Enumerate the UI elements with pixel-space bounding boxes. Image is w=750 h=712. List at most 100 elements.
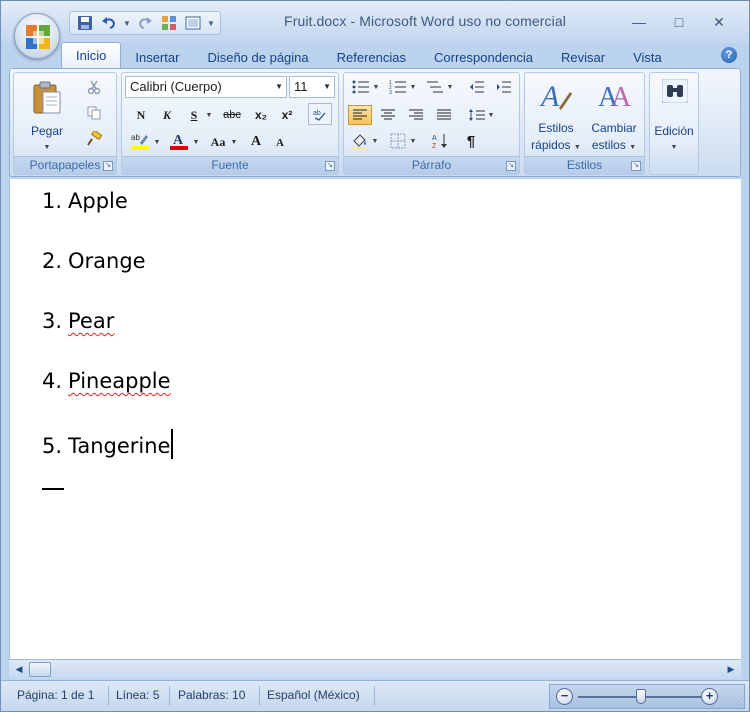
font-color-button[interactable]: A — [166, 131, 192, 153]
format-painter-icon[interactable] — [82, 129, 106, 149]
bold-button[interactable]: N — [129, 105, 153, 125]
status-page[interactable]: Página: 1 de 1 — [17, 688, 94, 702]
tab-diseno-de-pagina[interactable]: Diseño de página — [193, 45, 322, 69]
font-size-combo[interactable]: 11 ▼ — [289, 76, 335, 98]
align-center-icon[interactable] — [376, 105, 400, 125]
svg-text:3: 3 — [389, 90, 392, 94]
maximize-icon[interactable]: □ — [659, 10, 699, 34]
group-label-paragraph: Párrafo — [344, 156, 519, 174]
resize-grip-icon[interactable]: ⋰ — [735, 697, 747, 709]
change-case-button[interactable]: Aa — [206, 132, 230, 152]
font-size-dropdown-icon[interactable]: ▼ — [323, 77, 331, 97]
multilevel-dropdown-icon[interactable]: ▼ — [445, 77, 455, 97]
bullets-icon[interactable] — [349, 77, 373, 97]
grow-font-button[interactable]: A — [244, 132, 268, 152]
group-editing[interactable]: Edición ▼ — [649, 72, 699, 175]
svg-text:ab: ab — [313, 110, 321, 117]
numbering-icon[interactable]: 123 — [386, 77, 410, 97]
scroll-left-icon[interactable]: ◀ — [11, 662, 27, 677]
list-item[interactable]: 3. Pear — [42, 309, 114, 333]
shrink-font-button[interactable]: A — [268, 133, 292, 153]
list-item[interactable]: 2. Orange — [42, 249, 146, 273]
italic-button[interactable]: K — [155, 105, 179, 125]
increase-indent-icon[interactable] — [492, 77, 516, 97]
clipboard-launcher-icon[interactable]: ↘ — [103, 161, 113, 171]
status-line[interactable]: Línea: 5 — [116, 688, 159, 702]
list-text: Tangerine — [68, 434, 171, 458]
group-label-clipboard: Portapapeles — [14, 156, 116, 174]
status-words[interactable]: Palabras: 10 — [178, 688, 245, 702]
font-color-dropdown-icon[interactable]: ▼ — [190, 132, 202, 152]
font-name-dropdown-icon[interactable]: ▼ — [275, 77, 283, 97]
underline-dropdown-icon[interactable]: ▼ — [203, 105, 215, 125]
highlight-dropdown-icon[interactable]: ▼ — [151, 132, 163, 152]
cut-icon[interactable] — [82, 77, 106, 97]
justify-icon[interactable] — [432, 105, 456, 125]
multilevel-list-icon[interactable] — [423, 77, 447, 97]
font-launcher-icon[interactable]: ↘ — [325, 161, 335, 171]
editing-dropdown-icon: ▼ — [670, 144, 678, 151]
scroll-thumb[interactable] — [29, 662, 51, 677]
svg-text:Z: Z — [432, 143, 437, 150]
borders-icon[interactable] — [386, 131, 410, 151]
bullets-dropdown-icon[interactable]: ▼ — [371, 77, 381, 97]
align-left-icon[interactable] — [348, 105, 372, 125]
change-styles-label-1: Cambiar — [591, 121, 637, 135]
subscript-button[interactable]: x₂ — [249, 105, 273, 125]
shading-icon[interactable] — [348, 131, 372, 151]
list-item[interactable]: 4. Pineapple — [42, 369, 171, 393]
zoom-out-icon[interactable]: − — [556, 688, 573, 705]
tab-revisar[interactable]: Revisar — [547, 45, 619, 69]
title-bar: ▼ ▼ Fruit.docx - Microsoft Word uso no c… — [1, 1, 749, 43]
zoom-slider-thumb[interactable] — [636, 689, 646, 704]
quick-styles-button[interactable]: A Estilos rápidos ▼ — [528, 76, 584, 156]
paragraph-launcher-icon[interactable]: ↘ — [506, 161, 516, 171]
window-controls: — □ ✕ — [619, 10, 739, 34]
text-caret — [171, 429, 174, 459]
zoom-control: − + — [549, 684, 745, 709]
paste-label: Pegar — [30, 124, 64, 138]
sort-icon[interactable]: AZ — [428, 131, 452, 151]
strikethrough-button[interactable]: abc — [220, 105, 244, 125]
shading-dropdown-icon[interactable]: ▼ — [370, 131, 380, 151]
status-bar: Página: 1 de 1 Línea: 5 Palabras: 10 Esp… — [1, 680, 749, 711]
horizontal-scrollbar[interactable]: ◀ ▶ — [9, 659, 741, 679]
list-item[interactable]: 5. Tangerine — [42, 429, 174, 459]
change-styles-icon: A A — [598, 82, 631, 112]
paste-button[interactable]: Pegar ▼ — [20, 77, 74, 153]
help-icon[interactable]: ? — [721, 47, 737, 63]
numbering-dropdown-icon[interactable]: ▼ — [408, 77, 418, 97]
align-right-icon[interactable] — [404, 105, 428, 125]
minimize-icon[interactable]: — — [619, 10, 659, 34]
copy-icon[interactable] — [82, 103, 106, 123]
status-language[interactable]: Español (México) — [267, 688, 360, 702]
borders-dropdown-icon[interactable]: ▼ — [408, 131, 418, 151]
list-item[interactable]: 1. Apple — [42, 189, 128, 213]
tab-correspondencia[interactable]: Correspondencia — [420, 45, 547, 69]
svg-text:A: A — [611, 82, 631, 112]
font-name-combo[interactable]: Calibri (Cuerpo) ▼ — [125, 76, 287, 98]
tab-vista[interactable]: Vista — [619, 45, 676, 69]
scroll-right-icon[interactable]: ▶ — [723, 662, 739, 677]
change-styles-button[interactable]: A A Cambiar estilos ▼ — [586, 76, 642, 156]
spell-style-icon[interactable]: ab — [308, 103, 332, 125]
paste-dropdown-icon: ▼ — [43, 144, 51, 151]
line-spacing-dropdown-icon[interactable]: ▼ — [486, 105, 496, 125]
tab-insertar[interactable]: Insertar — [121, 45, 193, 69]
tab-inicio[interactable]: Inicio — [61, 42, 122, 69]
zoom-in-icon[interactable]: + — [701, 688, 718, 705]
group-label-styles: Estilos — [525, 156, 644, 174]
highlight-button[interactable]: ab — [127, 131, 153, 153]
show-formatting-icon[interactable]: ¶ — [459, 131, 483, 151]
superscript-button[interactable]: x² — [275, 105, 299, 125]
document-page[interactable]: 1. Apple 2. Orange 3. Pear 4. Pineapple 5. Ta… — [9, 179, 741, 659]
group-label-font: Fuente — [122, 156, 338, 174]
tab-referencias[interactable]: Referencias — [323, 45, 420, 69]
list-text: Orange — [68, 249, 146, 273]
status-divider — [108, 686, 109, 706]
change-case-dropdown-icon[interactable]: ▼ — [228, 132, 240, 152]
office-button[interactable] — [14, 13, 60, 59]
decrease-indent-icon[interactable] — [465, 77, 489, 97]
styles-launcher-icon[interactable]: ↘ — [631, 161, 641, 171]
close-icon[interactable]: ✕ — [699, 10, 739, 34]
